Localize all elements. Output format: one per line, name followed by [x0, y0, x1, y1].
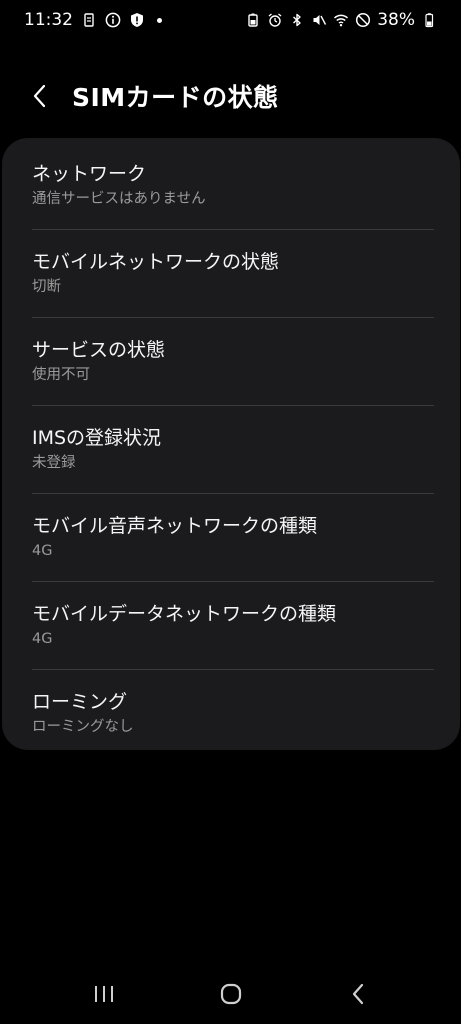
navigation-bar — [0, 964, 461, 1024]
list-item-title: IMSの登録状況 — [32, 427, 162, 450]
list-item-title: モバイルネットワークの状態 — [32, 251, 280, 274]
list-item-title: モバイルデータネットワークの種類 — [32, 603, 337, 626]
recent-apps-button[interactable] — [74, 974, 134, 1014]
app-header: SIMカードの状態 — [0, 74, 461, 118]
list-item-subtitle: 4G — [32, 631, 53, 648]
list-item-subtitle: ローミングなし — [32, 719, 134, 736]
home-button[interactable] — [201, 974, 261, 1014]
back-button[interactable] — [20, 74, 60, 118]
list-item-network[interactable]: ネットワーク 通信サービスはありません — [2, 142, 460, 230]
list-item-data-network-type[interactable]: モバイルデータネットワークの種類 4G — [2, 582, 460, 670]
list-item-title: サービスの状態 — [32, 339, 166, 362]
battery-saver-icon — [245, 12, 261, 28]
list-item-voice-network-type[interactable]: モバイル音声ネットワークの種類 4G — [2, 494, 460, 582]
info-icon — [105, 12, 121, 28]
list-item-title: ローミング — [32, 691, 128, 714]
status-right: 38% — [245, 10, 437, 30]
nav-back-button[interactable] — [328, 974, 388, 1014]
wifi-icon — [333, 12, 349, 28]
status-time: 11:32 — [24, 10, 73, 30]
home-icon — [220, 983, 241, 1005]
battery-icon — [421, 12, 437, 28]
list-item-mobile-network-state[interactable]: モバイルネットワークの状態 切断 — [2, 230, 460, 318]
alarm-icon — [267, 12, 283, 28]
list-item-ims-registration[interactable]: IMSの登録状況 未登録 — [2, 406, 460, 494]
list-item-subtitle: 切断 — [32, 279, 61, 296]
chevron-left-icon — [33, 84, 46, 108]
list-item-title: モバイル音声ネットワークの種類 — [32, 515, 318, 538]
list-item-subtitle: 4G — [32, 543, 53, 560]
bluetooth-icon — [289, 12, 305, 28]
list-item-roaming[interactable]: ローミング ローミングなし — [2, 670, 460, 758]
list-item-title: ネットワーク — [32, 163, 147, 186]
list-item-subtitle: 未登録 — [32, 455, 76, 472]
notification-dot-icon — [157, 17, 162, 23]
list-item-subtitle: 通信サービスはありません — [32, 191, 206, 208]
status-left: 11:32 — [24, 10, 162, 30]
recent-apps-icon — [94, 986, 113, 1002]
sim-icon — [81, 12, 97, 28]
do-not-disturb-icon — [355, 12, 371, 28]
shield-alert-icon — [129, 12, 145, 28]
back-icon — [352, 983, 363, 1005]
status-bar: 11:32 38% — [0, 0, 461, 40]
page-title: SIMカードの状態 — [72, 83, 279, 112]
status-list-card: ネットワーク 通信サービスはありません モバイルネットワークの状態 切断 サービ… — [2, 138, 460, 750]
list-item-subtitle: 使用不可 — [32, 367, 90, 384]
battery-percent: 38% — [377, 10, 415, 30]
list-item-service-state[interactable]: サービスの状態 使用不可 — [2, 318, 460, 406]
mute-icon — [311, 12, 327, 28]
